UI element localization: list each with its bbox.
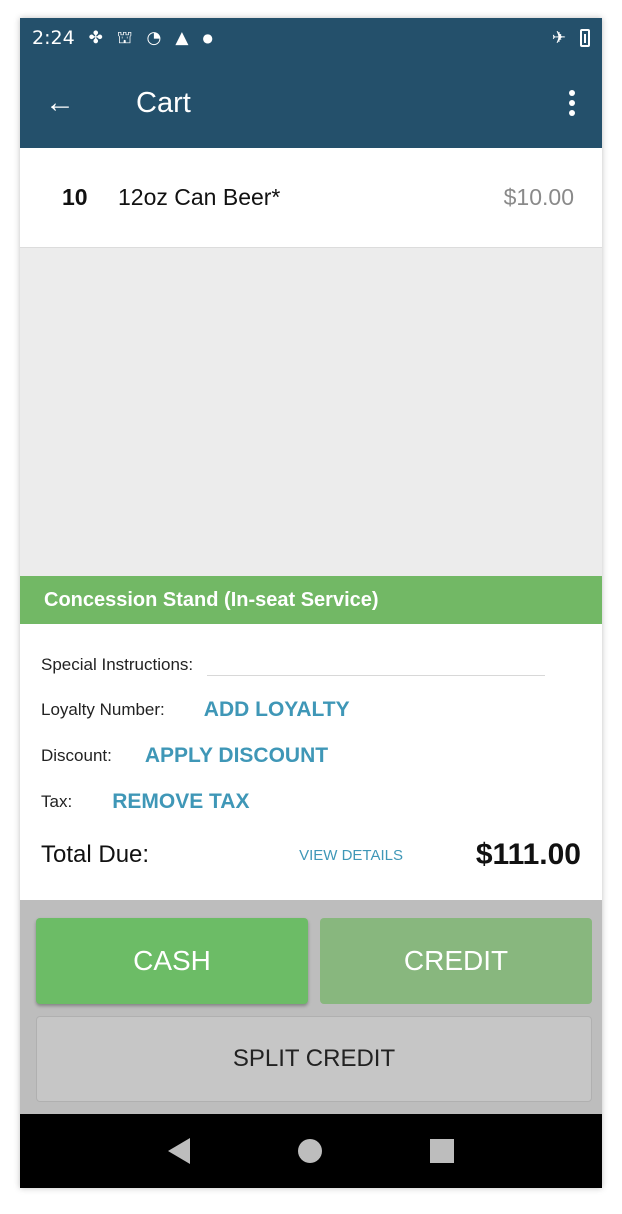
- arrow-left-icon: ←: [45, 86, 75, 119]
- status-bar: 2:24 ✤ ⛫ ◔ ▲ ● ✈: [20, 18, 602, 58]
- nav-recents-icon[interactable]: [430, 1139, 454, 1163]
- warning-icon: ▲: [175, 27, 189, 48]
- discount-label: Discount:: [41, 746, 112, 765]
- app-bar: ← Cart: [20, 58, 602, 148]
- more-dot: [569, 100, 575, 106]
- special-instructions-row: Special Instructions:: [41, 654, 546, 676]
- status-time: 2:24: [32, 27, 75, 49]
- app-icon: ✤: [88, 27, 103, 48]
- tax-row: Tax: REMOVE TAX: [41, 790, 249, 814]
- remove-tax-button[interactable]: REMOVE TAX: [112, 790, 249, 814]
- total-label: Total Due:: [41, 841, 150, 868]
- more-vertical-icon: [569, 90, 575, 96]
- total-amount: $111.00: [475, 838, 581, 871]
- section-header: Concession Stand (In-seat Service): [20, 576, 602, 624]
- cart-list: 10 12oz Can Beer* $10.00: [20, 148, 602, 576]
- dot-icon: ●: [202, 31, 213, 45]
- view-details-link[interactable]: VIEW DETAILS: [299, 847, 403, 864]
- page-title: Cart: [136, 86, 191, 119]
- cart-item-price: $10.00: [503, 184, 574, 210]
- loyalty-row: Loyalty Number: ADD LOYALTY: [41, 698, 350, 722]
- apply-discount-button[interactable]: APPLY DISCOUNT: [145, 744, 328, 768]
- add-loyalty-button[interactable]: ADD LOYALTY: [204, 698, 350, 722]
- split-credit-button[interactable]: SPLIT CREDIT: [36, 1016, 592, 1102]
- navigation-bar: [20, 1114, 602, 1188]
- total-row: Total Due: VIEW DETAILS $111.00: [41, 838, 581, 872]
- loyalty-label: Loyalty Number:: [41, 700, 165, 719]
- payment-buttons: CASH CREDIT SPLIT CREDIT: [20, 900, 602, 1114]
- status-icons: ✤ ⛫ ◔ ▲ ●: [88, 27, 213, 48]
- tax-label: Tax:: [41, 792, 73, 811]
- wifi-icon: ◔: [146, 27, 162, 48]
- cast-icon: ⛫: [116, 27, 133, 48]
- nav-back-icon[interactable]: [168, 1138, 190, 1164]
- special-instructions-label: Special Instructions:: [41, 655, 194, 674]
- phone-screen: 2:24 ✤ ⛫ ◔ ▲ ● ✈ ← Cart 10 12oz Can Beer…: [20, 18, 602, 1188]
- more-dot: [569, 110, 575, 116]
- cash-button[interactable]: CASH: [36, 918, 308, 1004]
- special-instructions-input[interactable]: [207, 654, 546, 676]
- nav-home-icon[interactable]: [298, 1139, 322, 1163]
- cart-item-qty: 10: [62, 184, 88, 210]
- status-right-icons: ✈: [552, 29, 590, 47]
- back-button[interactable]: ←: [20, 58, 100, 148]
- cart-item[interactable]: 10 12oz Can Beer* $10.00: [20, 148, 602, 248]
- airplane-icon: ✈: [551, 27, 566, 48]
- credit-button[interactable]: CREDIT: [320, 918, 592, 1004]
- cart-item-name: 12oz Can Beer*: [118, 184, 281, 210]
- battery-icon: [580, 29, 590, 47]
- more-options-button[interactable]: [542, 58, 602, 148]
- discount-row: Discount: APPLY DISCOUNT: [41, 744, 328, 768]
- order-summary: Special Instructions: Loyalty Number: AD…: [20, 624, 602, 900]
